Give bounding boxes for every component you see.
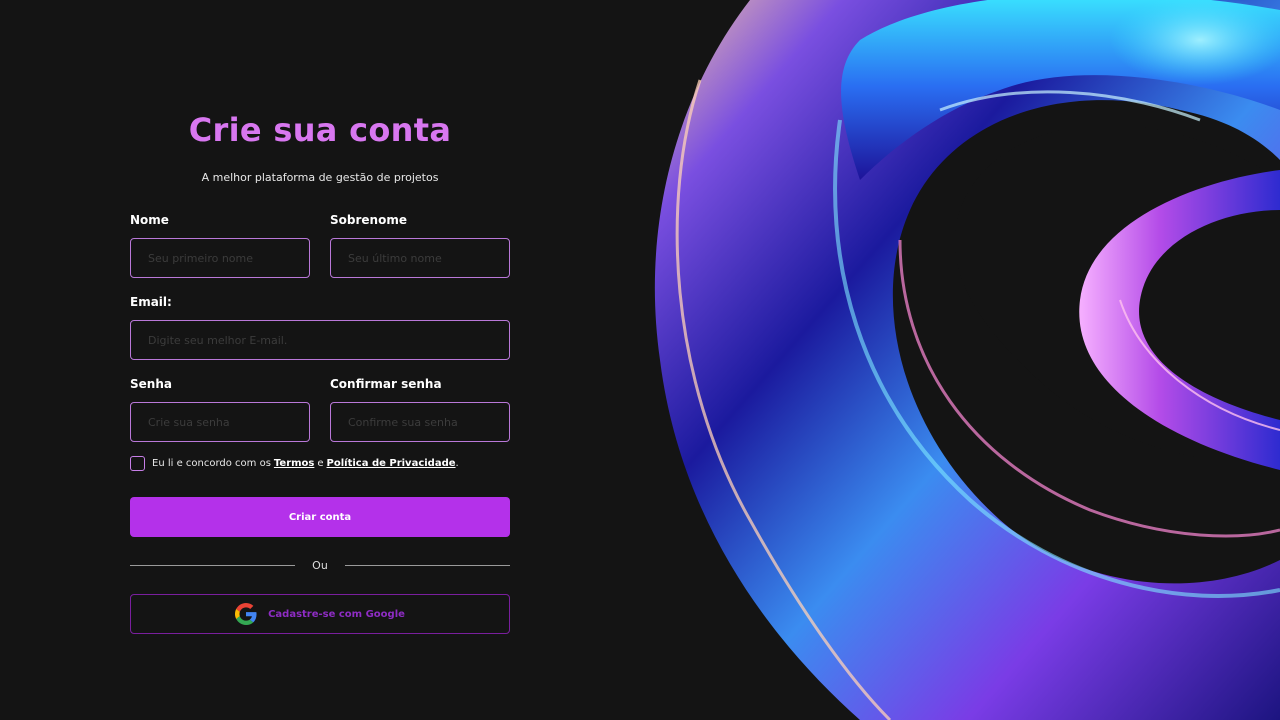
divider-label: Ou: [312, 559, 328, 572]
email-row: Email:: [130, 295, 510, 360]
password-input[interactable]: [130, 402, 310, 442]
terms-agreement: Eu li e concordo com os Termos e Polític…: [130, 454, 510, 472]
last-name-input[interactable]: [330, 238, 510, 278]
email-input[interactable]: [130, 320, 510, 360]
password-label: Senha: [130, 377, 172, 391]
page-title: Crie sua conta: [188, 111, 452, 149]
password-field: Senha: [130, 377, 310, 442]
confirm-password-label: Confirmar senha: [330, 377, 442, 391]
google-logo-icon: [235, 603, 257, 625]
signup-page: Crie sua conta A melhor plataforma de ge…: [0, 0, 1280, 720]
confirm-password-field: Confirmar senha: [330, 377, 510, 442]
terms-conjunction: e: [317, 457, 324, 469]
email-label: Email:: [130, 295, 172, 309]
divider-line-left: [130, 565, 295, 566]
abstract-3d-swirl-image: [640, 0, 1280, 720]
google-signup-button[interactable]: Cadastre-se com Google: [130, 594, 510, 634]
or-divider: Ou: [130, 559, 510, 572]
google-signup-label: Cadastre-se com Google: [268, 608, 405, 620]
privacy-policy-link[interactable]: Política de Privacidade: [327, 458, 456, 469]
hero-abstract-image: [640, 0, 1280, 720]
page-subtitle: A melhor plataforma de gestão de projeto…: [201, 171, 439, 184]
first-name-input[interactable]: [130, 238, 310, 278]
create-account-button[interactable]: Criar conta: [130, 497, 510, 537]
password-row: Senha Confirmar senha: [130, 377, 510, 442]
terms-link[interactable]: Termos: [274, 458, 314, 469]
first-name-field: Nome: [130, 213, 310, 278]
terms-suffix: .: [455, 457, 459, 469]
email-field: Email:: [130, 295, 510, 360]
terms-checkbox[interactable]: [130, 455, 145, 471]
name-row: Nome Sobrenome: [130, 213, 510, 278]
last-name-label: Sobrenome: [330, 213, 407, 227]
confirm-password-input[interactable]: [330, 402, 510, 442]
first-name-label: Nome: [130, 213, 169, 227]
divider-line-right: [345, 565, 510, 566]
terms-prefix: Eu li e concordo com os: [152, 457, 271, 469]
signup-form: Crie sua conta A melhor plataforma de ge…: [130, 110, 510, 634]
last-name-field: Sobrenome: [330, 213, 510, 278]
